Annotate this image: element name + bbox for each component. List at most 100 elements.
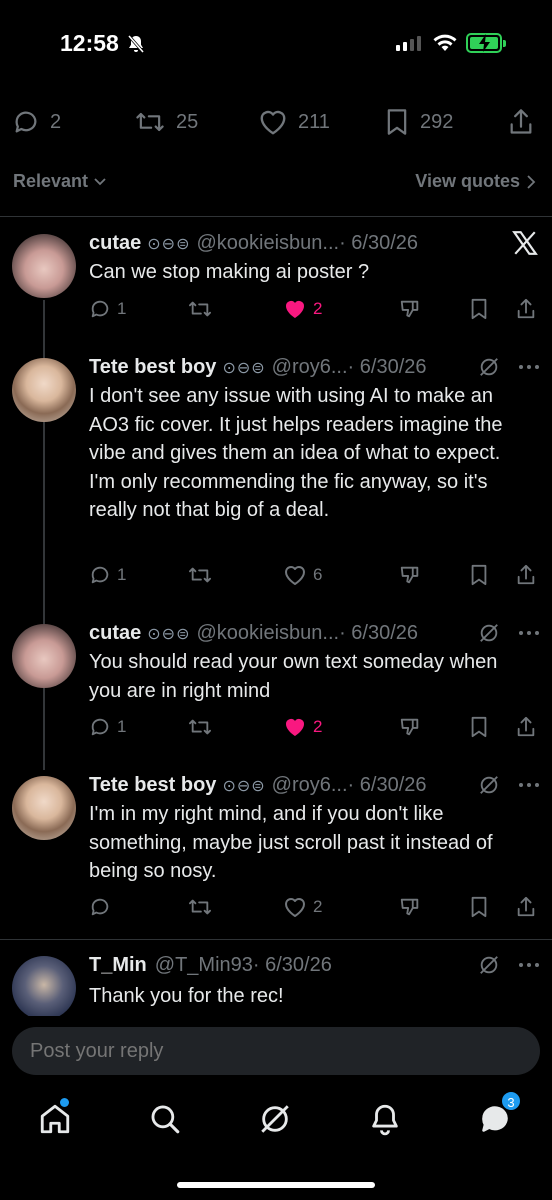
sort-dropdown[interactable]: Relevant — [13, 171, 106, 192]
like-count: 2 — [313, 299, 323, 318]
author-handle[interactable]: @kookieisbun... — [196, 622, 339, 645]
nav-home[interactable] — [38, 1098, 72, 1141]
author-name[interactable]: cutae — [89, 622, 141, 645]
share-button[interactable] — [515, 896, 537, 918]
avatar[interactable] — [12, 956, 76, 1016]
reply-actions: 2 — [89, 896, 539, 920]
reply-text: Thank you for the rec! — [89, 985, 284, 1007]
tweet-bookmark-stat[interactable]: 292 — [384, 108, 453, 136]
dislike-icon — [400, 898, 419, 916]
bookmark-button[interactable] — [469, 564, 489, 586]
reply-header: cutae ⊙⊖⊜ @kookieisbun... · 6/30/26 — [89, 622, 538, 645]
more-icon[interactable] — [518, 962, 540, 968]
avatar[interactable] — [12, 358, 76, 422]
share-button[interactable] — [515, 564, 537, 586]
author-handle[interactable]: @roy6... — [272, 356, 348, 379]
dislike-button[interactable] — [399, 896, 421, 918]
reply-date: · 6/30/26 — [339, 622, 419, 644]
like-button[interactable]: 2 — [283, 298, 322, 320]
avatar[interactable] — [12, 776, 76, 840]
reply-button[interactable]: 1 — [89, 716, 126, 738]
nav-messages[interactable]: 3 — [478, 1090, 522, 1141]
bottom-nav: 3 — [0, 1090, 552, 1160]
dislike-button[interactable] — [399, 564, 421, 586]
tweet-share-button[interactable] — [508, 108, 534, 136]
author-badges: ⊙⊖⊜ — [222, 777, 266, 795]
author-handle[interactable]: @T_Min93 — [155, 954, 253, 977]
repost-icon — [189, 301, 211, 317]
share-button[interactable] — [515, 298, 537, 320]
repost-icon — [189, 567, 211, 583]
grok-icon[interactable] — [478, 954, 500, 976]
dislike-button[interactable] — [399, 716, 421, 738]
like-button[interactable]: 2 — [283, 716, 322, 738]
share-icon — [517, 716, 535, 737]
like-button[interactable]: 6 — [283, 564, 322, 586]
reply-date: · 6/30/26 — [339, 232, 419, 254]
author-name[interactable]: cutae — [89, 232, 141, 255]
more-icon[interactable] — [518, 364, 540, 370]
repost-button[interactable] — [187, 716, 213, 738]
dislike-icon — [400, 566, 419, 584]
dislike-button[interactable] — [399, 298, 421, 320]
reply-count: 1 — [117, 565, 127, 584]
author-handle[interactable]: @kookieisbun... — [196, 232, 339, 255]
avatar[interactable] — [12, 624, 76, 688]
tweet-repost-stat[interactable]: 25 — [134, 108, 198, 136]
reply-item: cutae ⊙⊖⊜ @kookieisbun... · 6/30/26 Can … — [0, 230, 552, 330]
repost-count: 25 — [176, 110, 199, 133]
author-name[interactable]: Tete best boy — [89, 356, 216, 379]
nav-notifications[interactable] — [368, 1102, 402, 1141]
tweet-reply-stat[interactable]: 2 — [12, 108, 61, 136]
repost-icon — [189, 719, 211, 735]
reply-item: T_Min @T_Min93 · 6/30/26 Thank you for t… — [0, 952, 552, 1016]
like-count: 2 — [313, 717, 323, 736]
reply-icon — [91, 898, 109, 916]
reply-filter-row: Relevant View quotes — [0, 168, 552, 198]
reply-text: You should read your own text someday wh… — [89, 651, 498, 702]
repost-icon — [136, 112, 164, 132]
reply-composer[interactable] — [12, 1027, 540, 1075]
heart-icon — [285, 566, 305, 585]
grok-icon[interactable] — [478, 356, 500, 378]
chevron-right-icon — [527, 174, 536, 189]
heart-icon — [286, 301, 304, 318]
repost-button[interactable] — [187, 298, 213, 320]
more-icon[interactable] — [518, 630, 540, 636]
share-button[interactable] — [515, 716, 537, 738]
author-name[interactable]: T_Min — [89, 954, 147, 977]
author-name[interactable]: Tete best boy — [89, 774, 216, 797]
avatar[interactable] — [12, 234, 76, 298]
view-quotes-link[interactable]: View quotes — [415, 171, 536, 192]
home-icon — [40, 1104, 70, 1134]
reply-button[interactable] — [89, 896, 117, 918]
nav-grok[interactable] — [258, 1102, 292, 1141]
sort-label: Relevant — [13, 171, 89, 191]
nav-search[interactable] — [148, 1102, 182, 1141]
reply-button[interactable]: 1 — [89, 564, 126, 586]
author-handle[interactable]: @roy6... — [272, 774, 348, 797]
reply-input[interactable] — [30, 1040, 510, 1063]
reply-actions: 1 2 — [89, 716, 539, 740]
reply-text: I don't see any issue with using AI to m… — [89, 385, 503, 521]
repost-button[interactable] — [187, 564, 213, 586]
reply-header: Tete best boy ⊙⊖⊜ @roy6... · 6/30/26 — [89, 774, 538, 797]
bookmark-button[interactable] — [469, 716, 489, 738]
reply-button[interactable]: 1 — [89, 298, 126, 320]
like-button[interactable]: 2 — [283, 896, 322, 918]
repost-button[interactable] — [187, 896, 213, 918]
bookmark-icon — [387, 109, 407, 135]
home-notification-dot — [60, 1098, 69, 1107]
like-count: 211 — [298, 110, 330, 133]
reply-count: 2 — [50, 110, 62, 133]
tweet-like-stat[interactable]: 211 — [258, 108, 330, 136]
status-time: 12:58 — [60, 30, 119, 56]
bookmark-button[interactable] — [469, 896, 489, 918]
tweet-stats: 2 25 211 292 — [0, 108, 552, 144]
view-quotes-label: View quotes — [415, 171, 520, 191]
more-icon[interactable] — [518, 782, 540, 788]
grok-icon[interactable] — [478, 622, 500, 644]
bookmark-button[interactable] — [469, 298, 489, 320]
grok-icon[interactable] — [478, 774, 500, 796]
reply-count: 1 — [117, 717, 127, 736]
